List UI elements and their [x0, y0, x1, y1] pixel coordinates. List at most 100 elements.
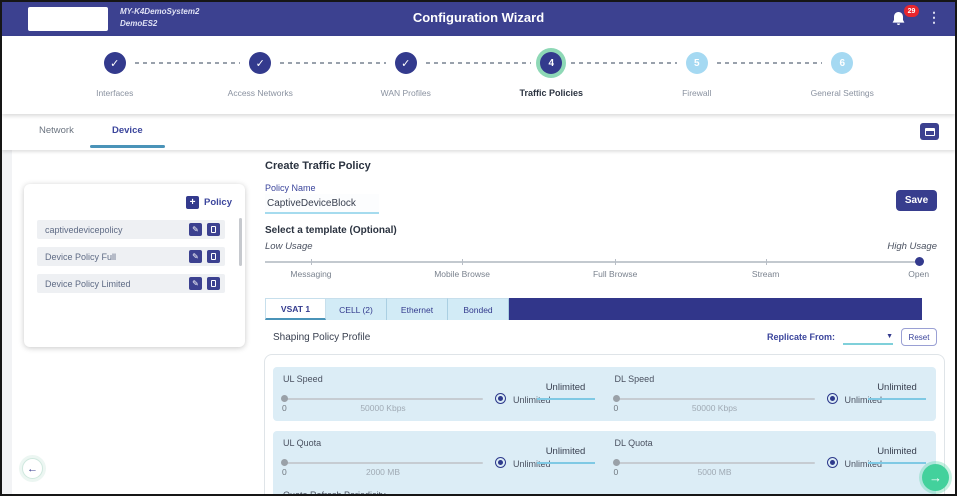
quota-panel: UL Quota 0 2000 MB Unlimited Unlimited D… [273, 431, 936, 496]
template-slider[interactable]: Messaging Mobile Browse Full Browse Stre… [265, 261, 922, 263]
check-icon: ✓ [110, 57, 119, 70]
edit-policy-button[interactable]: ✎ [189, 250, 202, 263]
step-general-settings[interactable]: 6 General Settings [770, 52, 916, 114]
tab-ethernet[interactable]: Ethernet [387, 298, 448, 320]
slider-thumb[interactable] [281, 459, 288, 466]
open-window-button[interactable] [920, 123, 939, 140]
ul-quota-slider[interactable] [283, 462, 483, 464]
window-icon [925, 128, 935, 136]
policy-list-scrollbar[interactable] [239, 218, 242, 266]
ul-speed-value-field[interactable]: Unlimited [537, 382, 595, 400]
slider-tick [766, 259, 767, 265]
replicate-from-label: Replicate From: [767, 332, 835, 342]
next-button[interactable]: → [922, 464, 949, 491]
delete-policy-button[interactable] [207, 277, 220, 290]
pencil-icon: ✎ [192, 280, 199, 288]
kebab-menu-icon[interactable]: ⋮ [927, 9, 941, 26]
ul-quota-value-field[interactable]: Unlimited [537, 446, 595, 464]
slider-tick [311, 259, 312, 265]
template-option-full-browse[interactable]: Full Browse [593, 269, 637, 279]
arrow-right-icon: → [929, 470, 942, 485]
step-access-networks[interactable]: ✓ Access Networks [188, 52, 334, 114]
replicate-row: Replicate From: ▼ Reset [767, 328, 937, 346]
device-policy-list-card: + Policy captivedevicepolicy ✎ Device Po… [24, 184, 245, 347]
trash-icon [211, 226, 216, 233]
system-info: MY-K4DemoSystem2 DemoES2 [120, 6, 199, 30]
tab-vsat1[interactable]: VSAT 1 [265, 298, 326, 320]
step-traffic-policies[interactable]: 4 Traffic Policies [479, 52, 625, 114]
trash-icon [211, 253, 216, 260]
template-slider-thumb[interactable] [915, 257, 924, 266]
notification-count-badge[interactable]: 29 [904, 5, 919, 17]
template-option-stream[interactable]: Stream [752, 269, 779, 279]
slider-tick [615, 259, 616, 265]
shaping-profile-title: Shaping Policy Profile [273, 332, 370, 343]
system-name: MY-K4DemoSystem2 [120, 6, 199, 18]
check-icon: ✓ [256, 57, 265, 70]
view-tabbar: Network Device [2, 114, 955, 150]
unlimited-radio[interactable] [495, 457, 506, 468]
slider-thumb[interactable] [281, 395, 288, 402]
speed-panel: UL Speed 0 50000 Kbps Unlimited Unlimite… [273, 367, 936, 421]
policy-list-item[interactable]: Device Policy Limited ✎ [37, 274, 225, 293]
reset-button[interactable]: Reset [901, 328, 937, 346]
tab-bonded[interactable]: Bonded [448, 298, 509, 320]
dl-speed-value-field[interactable]: Unlimited [868, 382, 926, 400]
delete-policy-button[interactable] [207, 250, 220, 263]
ul-speed-slider[interactable] [283, 398, 483, 400]
app-header: MY-K4DemoSystem2 DemoES2 Configuration W… [2, 2, 955, 36]
system-model: DemoES2 [120, 18, 199, 30]
quota-refresh-label: Quota Refresh Periodicity [283, 490, 386, 496]
step-number: 5 [694, 58, 700, 69]
unlimited-radio[interactable] [827, 457, 838, 468]
unlimited-radio[interactable] [827, 393, 838, 404]
shaping-policy-card: UL Speed 0 50000 Kbps Unlimited Unlimite… [264, 354, 945, 496]
left-gutter [2, 150, 12, 494]
step-interfaces[interactable]: ✓ Interfaces [42, 52, 188, 114]
save-button[interactable]: Save [896, 190, 937, 211]
edit-policy-button[interactable]: ✎ [189, 277, 202, 290]
dl-quota-slider[interactable] [615, 462, 815, 464]
step-wan-profiles[interactable]: ✓ WAN Profiles [333, 52, 479, 114]
step-number: 6 [839, 58, 845, 69]
step-firewall[interactable]: 5 Firewall [624, 52, 770, 114]
policy-name-input[interactable] [265, 194, 379, 214]
replicate-from-dropdown[interactable]: ▼ [843, 329, 893, 345]
plus-icon: + [186, 196, 199, 209]
policy-name-label: Policy Name [265, 183, 316, 193]
template-section-label: Select a template (Optional) [265, 225, 397, 236]
create-policy-heading: Create Traffic Policy [265, 160, 371, 172]
dl-quota-value-field[interactable]: Unlimited [868, 446, 926, 464]
unlimited-radio[interactable] [495, 393, 506, 404]
tab-network[interactable]: Network [39, 125, 74, 136]
policy-list-item[interactable]: captivedevicepolicy ✎ [37, 220, 225, 239]
active-tab-underline [90, 145, 165, 148]
chevron-down-icon: ▼ [886, 333, 893, 340]
template-option-messaging[interactable]: Messaging [290, 269, 331, 279]
policy-list-item[interactable]: Device Policy Full ✎ [37, 247, 225, 266]
slider-thumb[interactable] [613, 459, 620, 466]
high-usage-label: High Usage [887, 241, 937, 252]
add-policy-button[interactable]: + Policy [186, 196, 232, 209]
pencil-icon: ✎ [192, 253, 199, 261]
tab-cell[interactable]: CELL (2) [326, 298, 387, 320]
dl-quota-group: DL Quota 0 5000 MB Unlimited Unlimited [605, 431, 937, 485]
delete-policy-button[interactable] [207, 223, 220, 236]
template-option-open[interactable]: Open [908, 269, 929, 279]
pencil-icon: ✎ [192, 226, 199, 234]
configuration-wizard-window: MY-K4DemoSystem2 DemoES2 Configuration W… [0, 0, 957, 496]
slider-tick [462, 259, 463, 265]
step-number: 4 [548, 58, 554, 69]
low-usage-label: Low Usage [265, 241, 313, 252]
slider-thumb[interactable] [613, 395, 620, 402]
wizard-stepper: ✓ Interfaces ✓ Access Networks ✓ WAN Pro… [2, 36, 955, 114]
check-icon: ✓ [401, 57, 410, 70]
logo-placeholder [28, 7, 108, 31]
back-button[interactable]: ← [22, 458, 43, 479]
edit-policy-button[interactable]: ✎ [189, 223, 202, 236]
page-title: Configuration Wizard [413, 10, 544, 25]
dl-speed-slider[interactable] [615, 398, 815, 400]
tab-device[interactable]: Device [112, 125, 143, 136]
template-option-mobile-browse[interactable]: Mobile Browse [434, 269, 490, 279]
interface-tabbar: VSAT 1 CELL (2) Ethernet Bonded [265, 298, 922, 320]
